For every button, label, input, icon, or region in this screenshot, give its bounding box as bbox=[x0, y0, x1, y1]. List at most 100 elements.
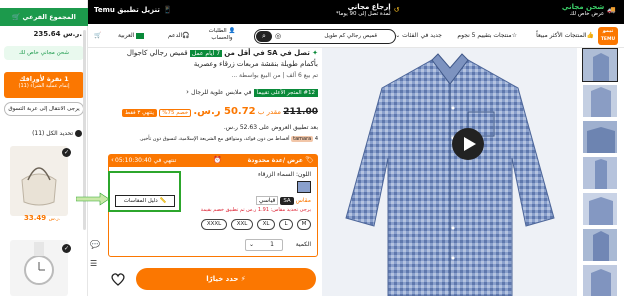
free-returns-title: إرجاع مجاني bbox=[347, 3, 391, 11]
nav-support[interactable]: 🎧الدعم bbox=[168, 32, 190, 39]
logo-text: تيمو bbox=[602, 28, 614, 34]
size-m[interactable]: M bbox=[297, 219, 311, 230]
color-label: اللون: السماء الزرقاء bbox=[257, 171, 311, 178]
wishlist-heart-icon[interactable] bbox=[110, 271, 126, 287]
shirt-icon bbox=[583, 85, 617, 117]
highlight-box bbox=[108, 171, 181, 212]
nav-language-label: العربية bbox=[118, 32, 135, 39]
price-label: مقدر ب bbox=[257, 108, 282, 116]
logo-sub: TEMU bbox=[600, 37, 616, 42]
price-row: 211.00 مقدر ب 50.72 ر.س. خصم 75% ينتهي ٣… bbox=[121, 106, 318, 117]
nav-best-sellers-label: المنتجات الأكثر مبيعاً bbox=[536, 32, 587, 39]
delivery-badge: 7 أيام عمل bbox=[189, 50, 223, 57]
size-xl[interactable]: XL bbox=[257, 219, 275, 230]
add-to-cart-button[interactable]: ⚡ حدد خيارًا bbox=[136, 268, 316, 290]
thumbnail[interactable] bbox=[582, 264, 618, 296]
size-region[interactable]: SA bbox=[280, 197, 294, 205]
go-to-cart-button[interactable]: يرجى الانتقال إلى عربة التسوق bbox=[4, 102, 84, 116]
free-shipping-promo[interactable]: 🚚 شحن مجاني عرض خاص لك bbox=[562, 3, 616, 17]
chevron-right-icon: › bbox=[111, 156, 114, 164]
list-icon[interactable]: ☰ bbox=[90, 259, 104, 268]
camera-icon[interactable]: ◎ bbox=[275, 32, 281, 40]
nav-new[interactable]: جديد في bbox=[421, 32, 442, 39]
delivery-prefix: تصل في SA في أقل من bbox=[224, 49, 310, 57]
shirt-photo bbox=[322, 48, 577, 296]
best-seller-tag[interactable]: #12 المتجر الأعلى تقييماً في ملابس علوية… bbox=[186, 88, 318, 97]
lightning-icon: ⚡ bbox=[240, 275, 246, 283]
arrow-right-icon bbox=[76, 192, 110, 206]
size-xxl[interactable]: XXL bbox=[231, 219, 253, 230]
truck-icon: 🚚 bbox=[607, 6, 616, 14]
cart-icon[interactable]: 🛒 bbox=[94, 32, 101, 39]
main-nav: تيمو TEMU 👍المنتجات الأكثر مبيعاً ☆منتجا… bbox=[88, 24, 624, 48]
nav-language[interactable]: العربية bbox=[118, 32, 145, 39]
checkout-button[interactable]: 1 نقرة لأوراقك إتمام عملية الشراء (11) bbox=[4, 72, 84, 98]
nav-orders-account[interactable]: 👤 الطلبات والحساب bbox=[203, 28, 241, 42]
size-warning-text: يرجى تحديد مقاس: 1.91 ر.س تم تطبيق خصم ب… bbox=[200, 207, 311, 213]
nav-five-star[interactable]: ☆منتجات بتقييم 5 نجوم bbox=[457, 32, 517, 39]
search-input[interactable]: قميص رجالي كم طويل bbox=[324, 33, 377, 39]
cart-item-check-icon[interactable]: ✓ bbox=[62, 244, 71, 253]
tamara-note[interactable]: tamara 4 أقساط من دون فوائد، ومتوافق مع … bbox=[108, 136, 318, 143]
quantity-select[interactable]: 1 ⌄ bbox=[245, 239, 283, 251]
thumbnail[interactable] bbox=[582, 84, 618, 118]
cart-item-price-currency: ر.س. bbox=[48, 216, 61, 222]
cart-item-check-icon[interactable]: ✓ bbox=[62, 148, 71, 157]
chevron-down-icon: ⌄ bbox=[249, 241, 255, 248]
select-all-checkbox-icon[interactable] bbox=[75, 130, 82, 137]
size-label: مقاس bbox=[295, 197, 311, 204]
free-shipping-sub: عرض خاص لك bbox=[569, 11, 605, 17]
thumbnail[interactable] bbox=[582, 156, 618, 190]
cart-icon: 🛒 bbox=[12, 13, 23, 21]
cart-subtotal-header: 🛒 المجموع الفرعي bbox=[0, 8, 88, 26]
product-title: ✦ تصل في SA في أقل من 7 أيام عمل قميص رج… bbox=[114, 48, 318, 69]
select-all-label: تحديد الكل (11) bbox=[32, 130, 74, 137]
nav-categories-label: الفئات bbox=[402, 32, 418, 39]
size-xxxl[interactable]: XXXL bbox=[201, 219, 227, 230]
free-returns-promo[interactable]: ↺ إرجاع مجاني لمدة تصل إلى 90 يوما* bbox=[336, 3, 400, 17]
checkout-subtitle: إتمام عملية الشراء (11) bbox=[18, 83, 70, 89]
search-bar[interactable]: قميص رجالي كم طويل ◎ ⌕ bbox=[254, 29, 396, 44]
shirt-icon bbox=[583, 157, 617, 189]
cart-subtotal: 235.64 ر.س. bbox=[6, 30, 82, 38]
download-app-link[interactable]: 📱 تنزيل تطبيق Temu bbox=[94, 6, 172, 14]
checkout-title: 1 نقرة لأوراقك bbox=[19, 75, 69, 83]
select-all[interactable]: تحديد الكل (11) bbox=[6, 130, 82, 137]
nav-five-star-label: منتجات بتقييم 5 نجوم bbox=[457, 32, 512, 39]
sale-price: 50.72 ر.س. bbox=[193, 106, 256, 117]
free-returns-sub: لمدة تصل إلى 90 يوما* bbox=[336, 11, 391, 17]
search-icon[interactable]: ⌕ bbox=[256, 31, 272, 42]
flag-icon bbox=[136, 32, 145, 39]
chat-icon[interactable]: 💬 bbox=[90, 240, 104, 249]
size-row: مقاس SA قياسي bbox=[255, 196, 311, 205]
size-standard[interactable]: قياسي bbox=[255, 196, 279, 205]
thumbnail[interactable] bbox=[582, 48, 618, 82]
nav-best-sellers[interactable]: 👍المنتجات الأكثر مبيعاً bbox=[536, 32, 594, 39]
product-image[interactable] bbox=[322, 48, 577, 296]
cart-item-image[interactable] bbox=[10, 240, 68, 296]
free-shipping-title: شحن مجاني bbox=[561, 3, 605, 11]
support-icon: 🎧 bbox=[182, 32, 190, 39]
return-icon: ↺ bbox=[393, 6, 400, 14]
cart-item-image[interactable] bbox=[10, 146, 68, 216]
cart-sidebar: 🛒 المجموع الفرعي 235.64 ر.س. شحن مجاني خ… bbox=[0, 0, 88, 296]
play-icon bbox=[464, 137, 476, 151]
thumbnail[interactable] bbox=[582, 192, 618, 226]
shirt-icon bbox=[583, 229, 617, 261]
discount-badge: خصم 75% bbox=[159, 109, 192, 117]
cart-subtotal-value: 235.64 ر.س. bbox=[33, 30, 82, 38]
temu-logo[interactable]: تيمو TEMU bbox=[598, 27, 618, 45]
user-icon: 👤 bbox=[228, 28, 236, 34]
color-row: اللون: السماء الزرقاء bbox=[258, 171, 311, 178]
nav-categories[interactable]: الفئات ⌄ bbox=[395, 32, 418, 39]
thumbnail[interactable] bbox=[582, 120, 618, 154]
original-price: 211.00 bbox=[283, 107, 318, 117]
watch-icon bbox=[24, 242, 54, 285]
thumbnail[interactable] bbox=[582, 228, 618, 262]
color-swatch[interactable] bbox=[297, 181, 311, 193]
nav-support-label: الدعم bbox=[168, 32, 183, 39]
play-video-button[interactable] bbox=[452, 128, 484, 160]
sold-count[interactable]: تم بيع 6 ألف | من البيع بواسطة ... bbox=[231, 72, 318, 79]
size-l[interactable]: L bbox=[279, 219, 293, 230]
after-offers: بعد تطبيق العروض على 52.63 ر.س. bbox=[223, 124, 318, 131]
